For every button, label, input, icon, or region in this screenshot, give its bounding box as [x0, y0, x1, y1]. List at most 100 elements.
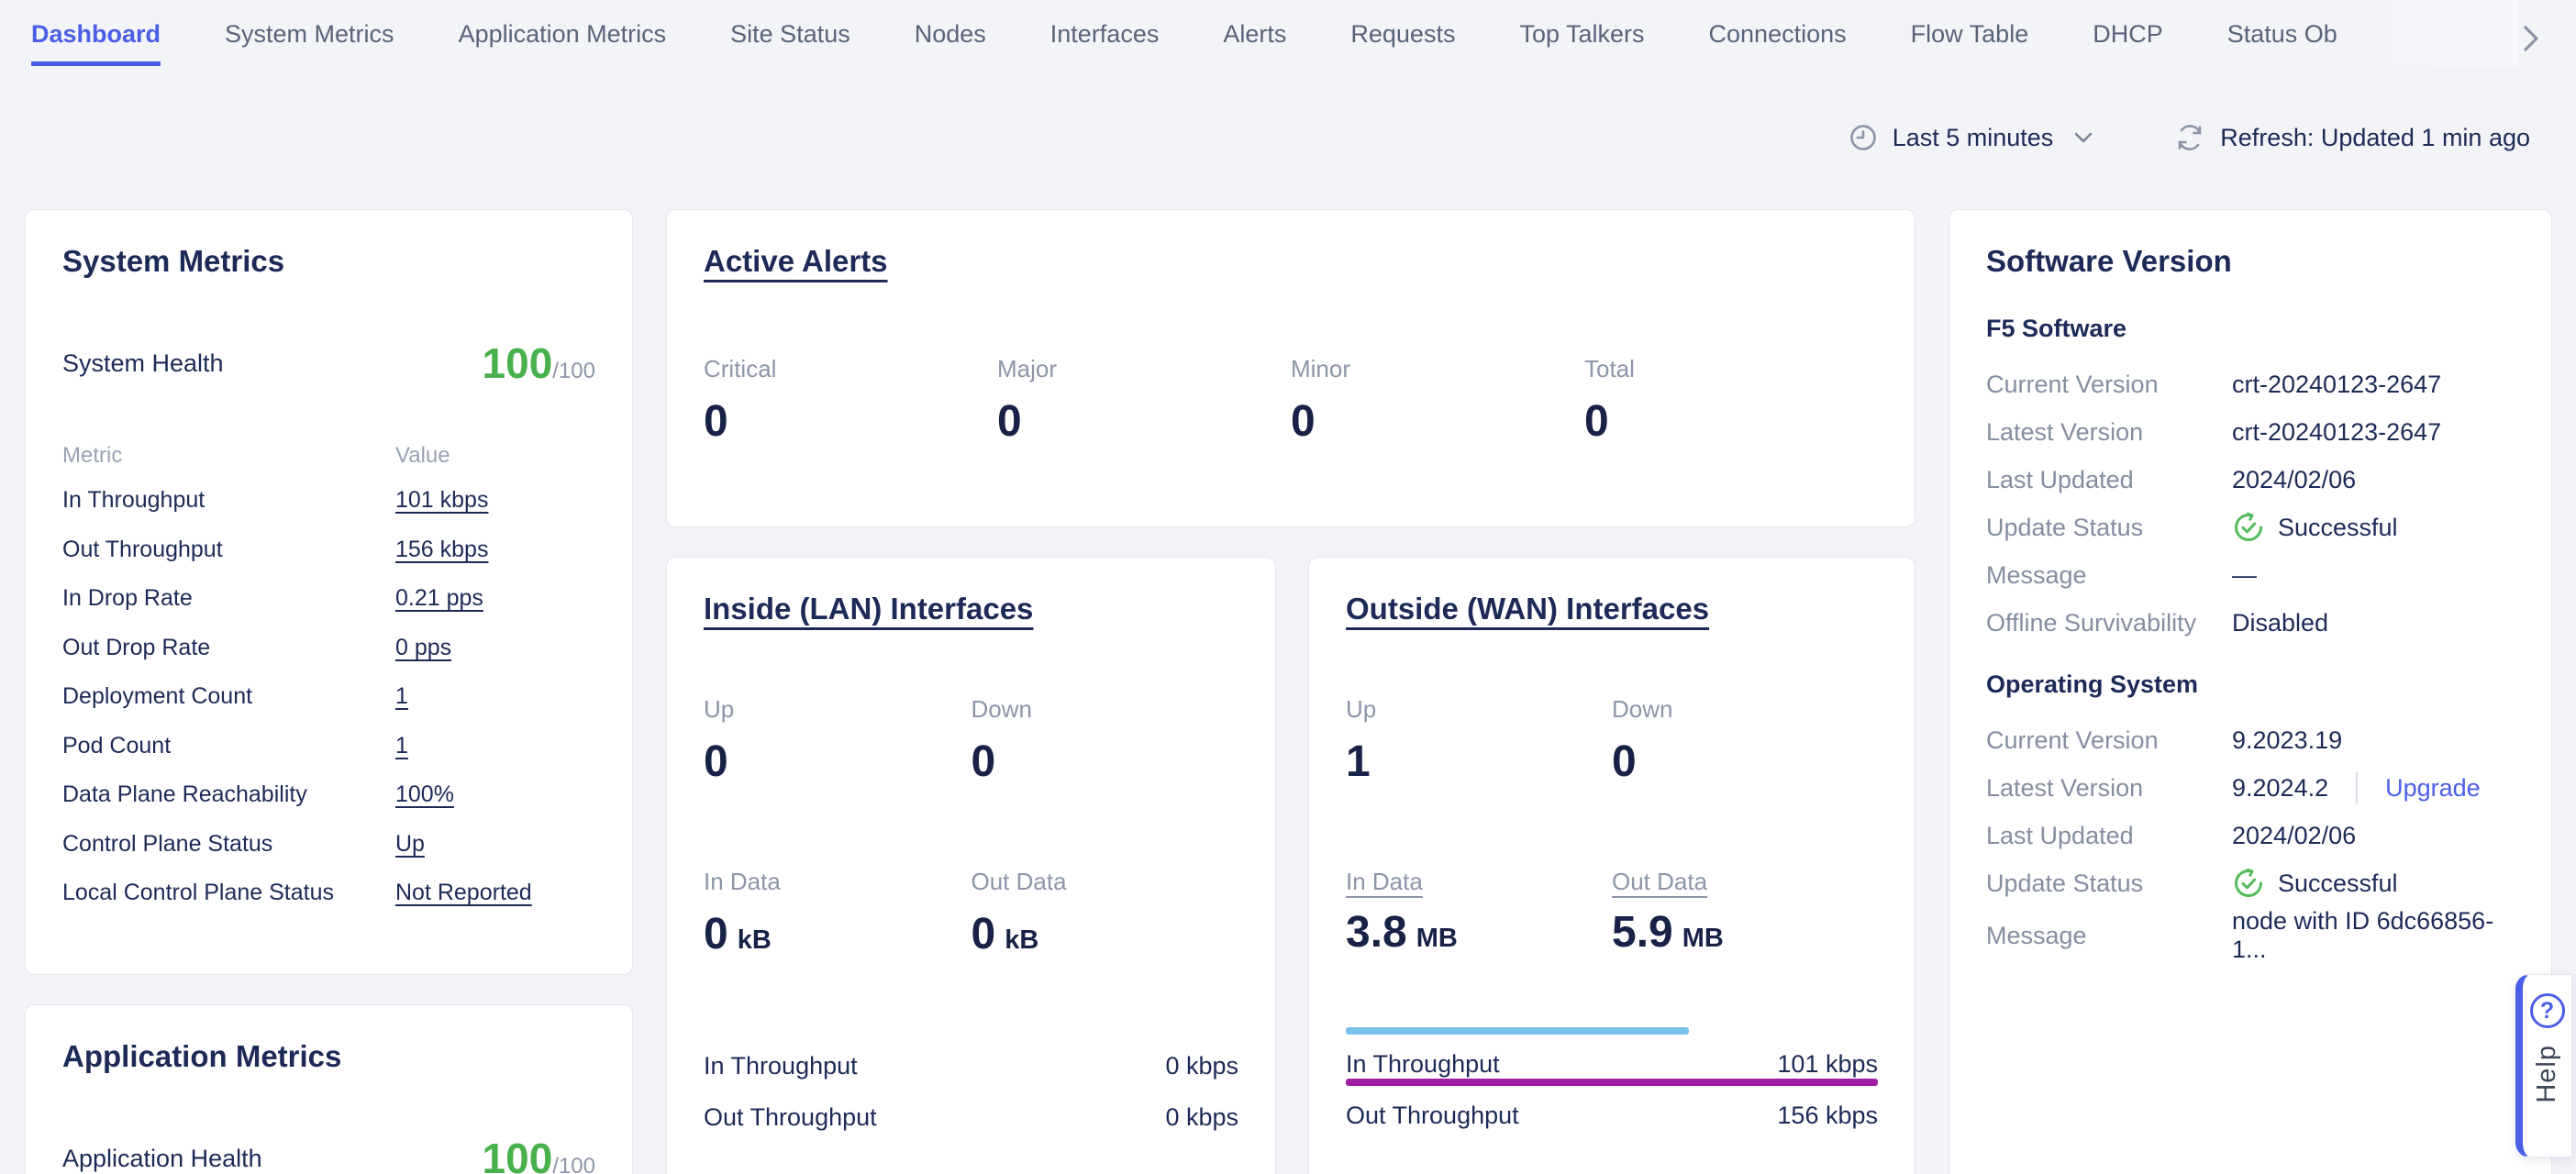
dashboard-controls: Last 5 minutes Refresh: Updated 1 min ag…	[0, 112, 2576, 163]
lan-interfaces-title-link[interactable]: Inside (LAN) Interfaces	[704, 592, 1033, 626]
wan-out-data-stat: Out Data 5.9MB	[1612, 868, 1878, 963]
metric-label: Data Plane Reachability	[62, 781, 395, 808]
metric-value-link[interactable]: 1	[395, 683, 595, 710]
success-icon	[2232, 511, 2265, 544]
system-health-score: 100/100	[483, 338, 595, 388]
out-throughput-bar	[1346, 1079, 1878, 1086]
stat-label: Up	[704, 695, 972, 723]
alert-stat-total: Total 0	[1584, 355, 1878, 447]
stat-value: 0	[1584, 397, 1878, 447]
application-health-score: 100/100	[483, 1134, 595, 1174]
metric-label: Pod Count	[62, 733, 395, 759]
wan-out-throughput: Out Throughput 156 kbps	[1346, 1079, 1878, 1130]
throughput-value: 101 kbps	[1777, 1049, 1878, 1079]
row-value: node with ID 6dc66856-1...	[2232, 907, 2515, 964]
stat-value: 0kB	[704, 910, 972, 965]
sw-row: Update Status Successful	[1986, 859, 2515, 907]
software-version-title: Software Version	[1986, 241, 2515, 282]
tab-connections[interactable]: Connections	[1709, 20, 1847, 61]
stat-unit: MB	[1416, 924, 1458, 953]
tab-nodes[interactable]: Nodes	[915, 20, 986, 61]
sw-row: Latest Versioncrt-20240123-2647	[1986, 408, 2515, 456]
throughput-value: 0 kbps	[1165, 1102, 1238, 1132]
stat-value: 0	[1612, 737, 1878, 787]
in-data-link[interactable]: In Data	[1346, 868, 1423, 895]
stat-unit: kB	[1005, 925, 1038, 955]
lan-in-throughput: In Throughput 0 kbps	[704, 1029, 1238, 1080]
throughput-label: In Throughput	[704, 1051, 858, 1080]
out-data-link[interactable]: Out Data	[1612, 868, 1707, 895]
nav-scroll-right-button[interactable]	[2517, 20, 2545, 57]
row-value: 2024/02/06	[2232, 822, 2515, 850]
lan-in-data-stat: In Data 0kB	[704, 868, 972, 965]
tab-system-metrics[interactable]: System Metrics	[225, 20, 394, 61]
sw-row: Current Version9.2023.19	[1986, 716, 2515, 764]
tab-alerts[interactable]: Alerts	[1223, 20, 1286, 61]
table-row: Deployment Count1	[62, 672, 595, 722]
stat-value: 0kB	[972, 910, 1239, 965]
throughput-label: In Throughput	[1346, 1049, 1500, 1079]
metric-label: Out Throughput	[62, 537, 395, 563]
row-value: crt-20240123-2647	[2232, 371, 2515, 399]
table-row: Data Plane Reachability100%	[62, 770, 595, 820]
metric-value-link[interactable]: 100%	[395, 781, 595, 808]
row-label: Current Version	[1986, 371, 2232, 399]
f5-software-heading: F5 Software	[1986, 313, 2515, 344]
latest-version-value: 9.2024.2 Upgrade	[2232, 772, 2515, 803]
metric-value-link[interactable]: 156 kbps	[395, 537, 595, 563]
stat-label: Minor	[1291, 355, 1584, 382]
lan-down-stat: Down 0	[972, 695, 1239, 787]
divider	[2356, 772, 2358, 803]
wan-interfaces-card: Outside (WAN) Interfaces Up 1 Down 0 In …	[1308, 557, 1915, 1174]
active-alerts-title-link[interactable]: Active Alerts	[704, 244, 888, 278]
system-health-label: System Health	[62, 349, 224, 378]
stat-value: 0	[704, 397, 997, 447]
tab-dashboard[interactable]: Dashboard	[31, 20, 161, 66]
metric-value-link[interactable]: 1	[395, 733, 595, 759]
metric-value-link[interactable]: 0 pps	[395, 635, 595, 661]
application-health-label: Application Health	[62, 1145, 262, 1173]
sw-row: Current Versioncrt-20240123-2647	[1986, 360, 2515, 408]
row-label: Update Status	[1986, 869, 2232, 898]
tab-interfaces[interactable]: Interfaces	[1050, 20, 1160, 61]
metric-value-link[interactable]: 101 kbps	[395, 487, 595, 514]
alert-stat-minor: Minor 0	[1291, 355, 1584, 447]
row-label: Message	[1986, 561, 2232, 590]
software-version-card: Software Version F5 Software Current Ver…	[1949, 209, 2552, 1174]
table-row: Out Throughput156 kbps	[62, 526, 595, 575]
sw-row: Latest Version 9.2024.2 Upgrade	[1986, 764, 2515, 812]
stat-value: 1	[1346, 737, 1612, 787]
tab-application-metrics[interactable]: Application Metrics	[459, 20, 667, 61]
wan-interfaces-title-link[interactable]: Outside (WAN) Interfaces	[1346, 592, 1709, 626]
row-label: Current Version	[1986, 726, 2232, 755]
row-label: Update Status	[1986, 514, 2232, 542]
tab-requests[interactable]: Requests	[1350, 20, 1455, 61]
stat-value: 0	[1291, 397, 1584, 447]
system-metrics-card: System Metrics System Health 100/100 Met…	[25, 209, 633, 975]
chevron-down-icon	[2073, 131, 2093, 144]
system-metrics-title: System Metrics	[62, 241, 595, 282]
tab-flow-table[interactable]: Flow Table	[1911, 20, 2029, 61]
row-label: Latest Version	[1986, 418, 2232, 447]
tab-top-talkers[interactable]: Top Talkers	[1519, 20, 1644, 61]
upgrade-link[interactable]: Upgrade	[2385, 774, 2481, 803]
help-tab[interactable]: ? Help	[2515, 974, 2572, 1157]
update-status-value: Successful	[2232, 511, 2515, 544]
refresh-control[interactable]: Refresh: Updated 1 min ago	[2174, 122, 2530, 153]
time-range-selector[interactable]: Last 5 minutes	[1849, 123, 2094, 152]
system-health-max: /100	[552, 359, 595, 383]
tab-status-objects-truncated[interactable]: Status Ob	[2227, 20, 2337, 61]
metric-label: Deployment Count	[62, 683, 395, 710]
table-row: In Drop Rate0.21 pps	[62, 574, 595, 624]
tab-list: Dashboard System Metrics Application Met…	[31, 20, 2539, 70]
clock-icon	[1849, 123, 1878, 152]
metric-value-link[interactable]: Up	[395, 831, 595, 858]
metric-value-link[interactable]: 0.21 pps	[395, 585, 595, 612]
metric-value-link[interactable]: Not Reported	[395, 880, 595, 906]
operating-system-heading: Operating System	[1986, 669, 2515, 700]
sw-row: Update Status Successful	[1986, 504, 2515, 551]
tab-dhcp[interactable]: DHCP	[2093, 20, 2163, 61]
table-row: Local Control Plane StatusNot Reported	[62, 869, 595, 918]
lan-out-throughput: Out Throughput 0 kbps	[704, 1080, 1238, 1132]
tab-site-status[interactable]: Site Status	[730, 20, 850, 61]
